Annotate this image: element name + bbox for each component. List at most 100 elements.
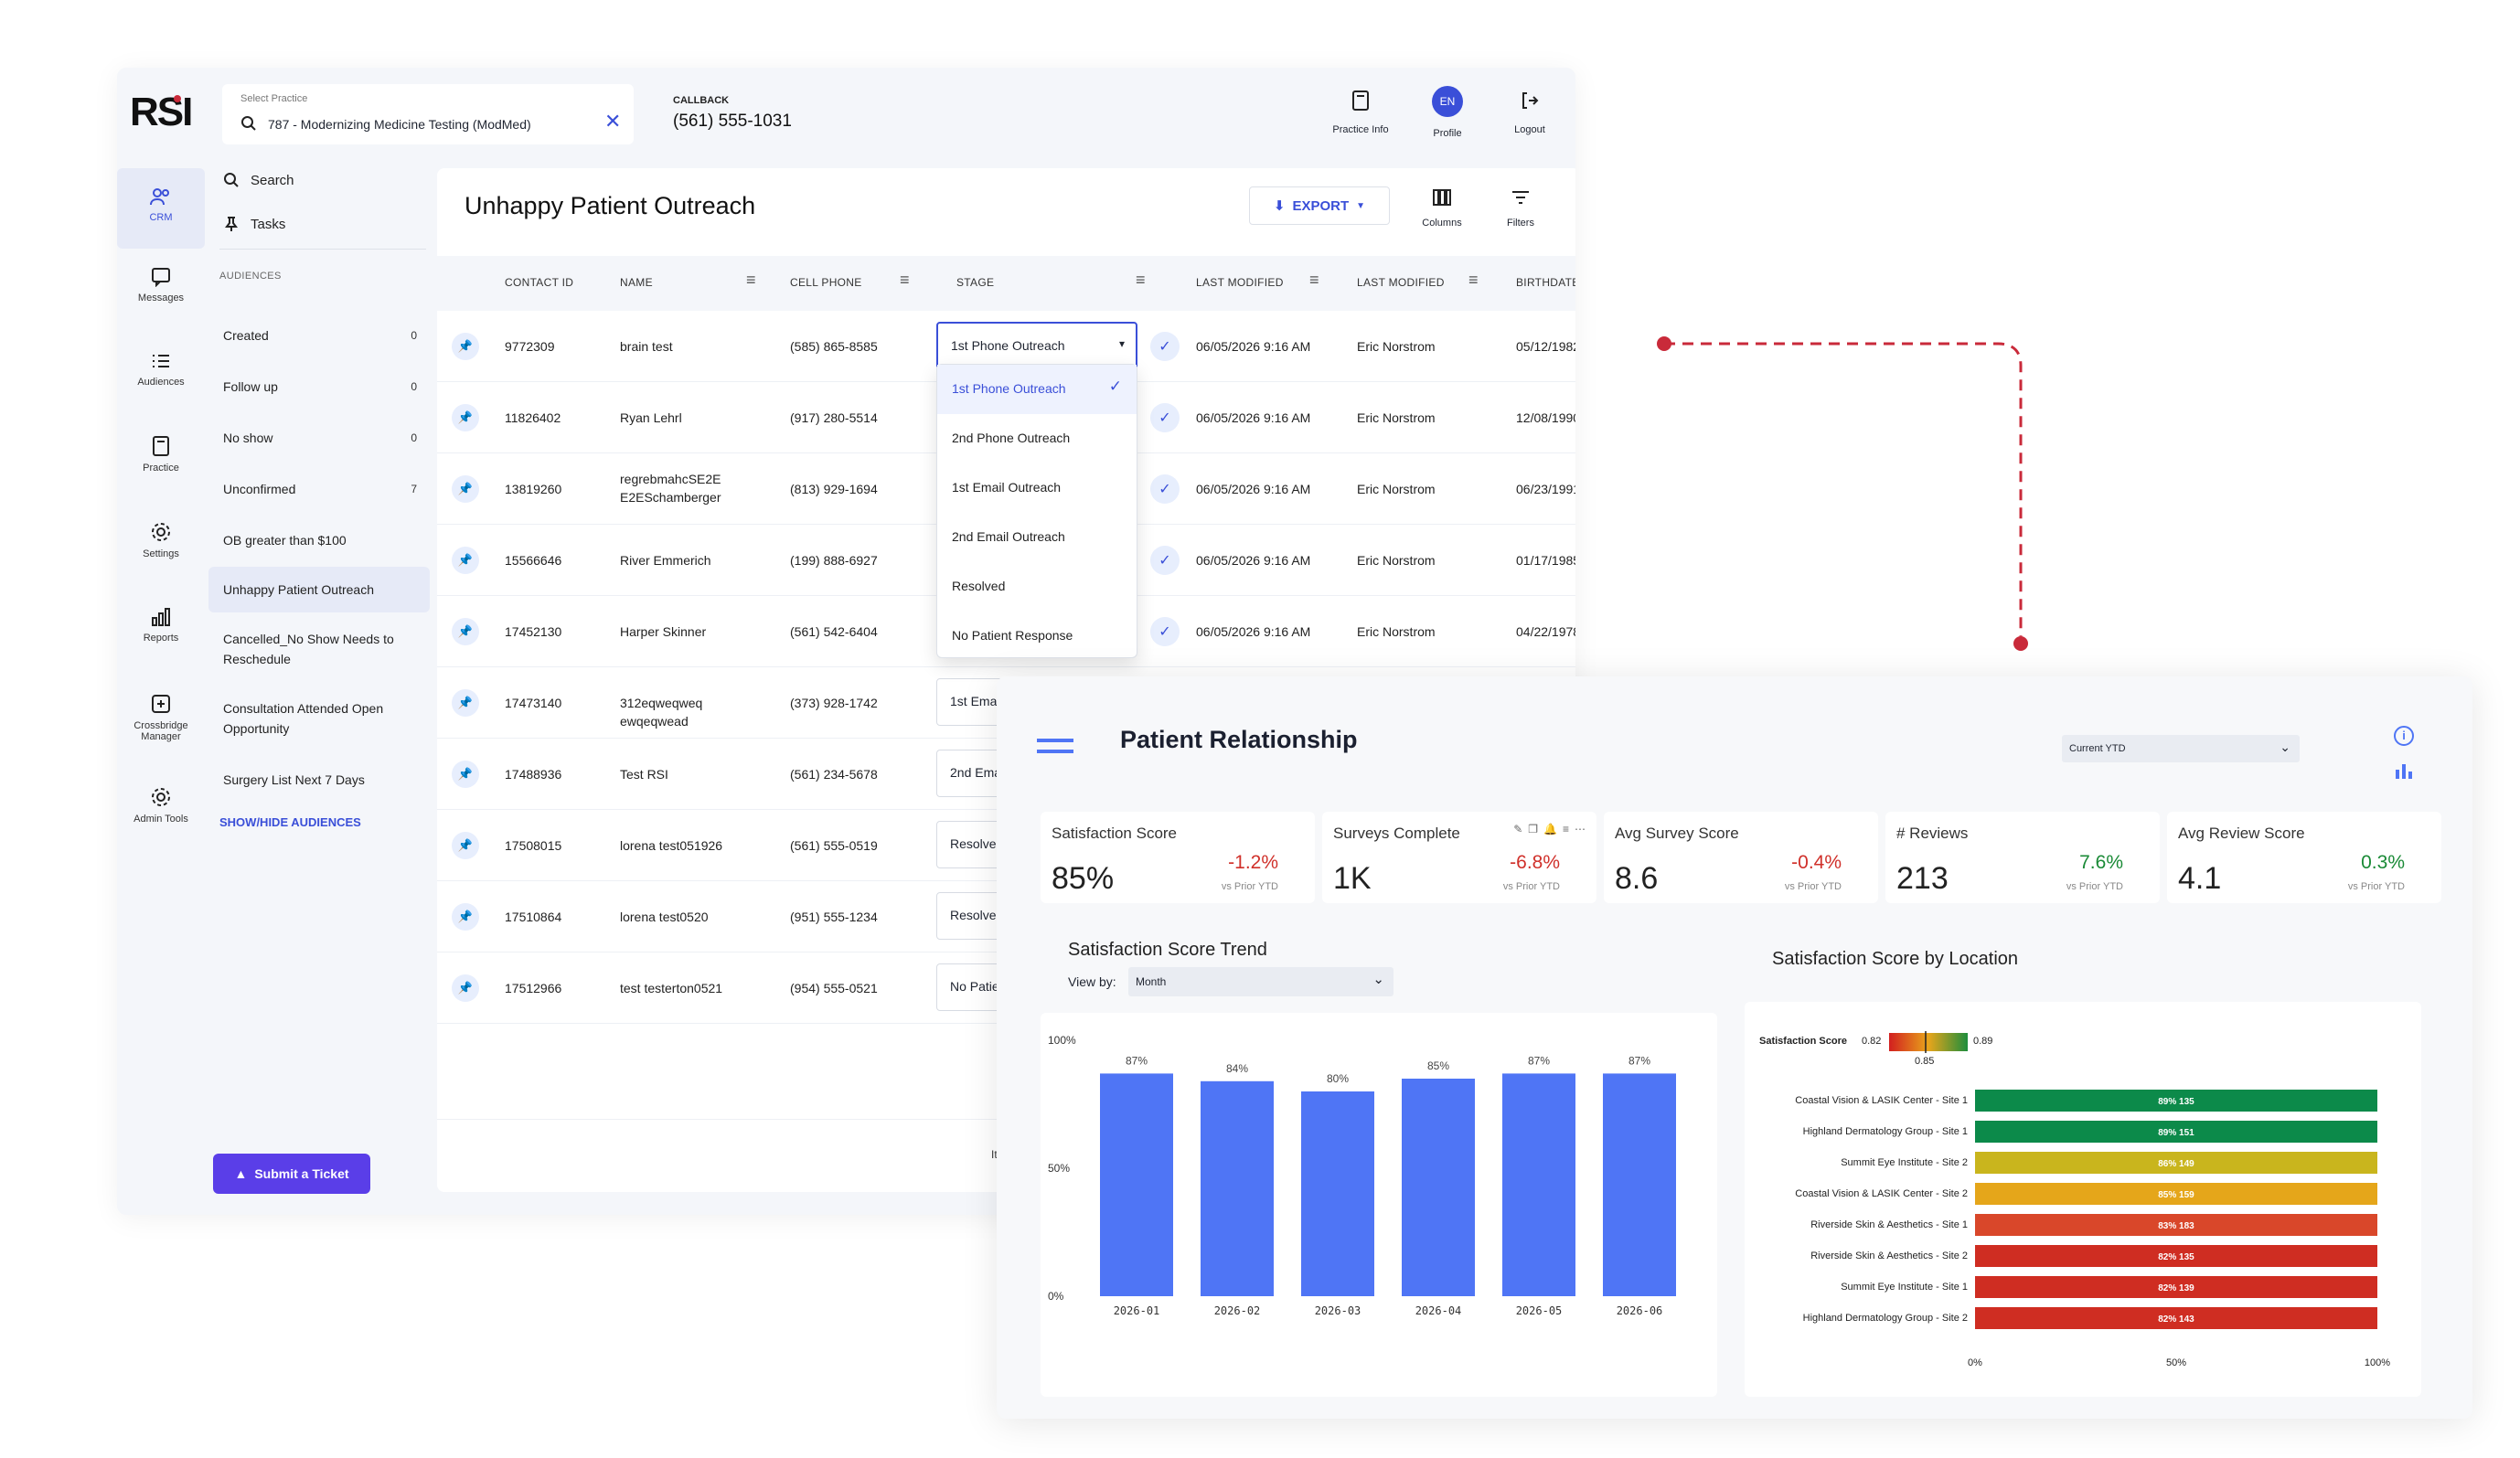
filter-icon[interactable]: ≡	[1309, 271, 1319, 290]
pin-button[interactable]: 📌	[452, 974, 479, 1002]
dropdown-option[interactable]: 2nd Phone Outreach	[937, 414, 1137, 463]
name-cell[interactable]: Ryan Lehrl	[620, 409, 739, 427]
column-header[interactable]: CELL PHONE	[790, 276, 862, 289]
trend-bar[interactable]	[1402, 1079, 1475, 1296]
audience-item[interactable]: Surgery List Next 7 Days	[208, 770, 430, 790]
view-by-select[interactable]: Month ⌄	[1128, 967, 1393, 996]
select-checkbox[interactable]: ✓	[1150, 546, 1180, 575]
filter-icon[interactable]: ≡	[746, 271, 756, 290]
tasks-link[interactable]: Tasks	[223, 216, 285, 232]
name-cell[interactable]: Harper Skinner	[620, 623, 739, 641]
nav-practice[interactable]: Practice	[117, 435, 205, 474]
phone-cell[interactable]: (199) 888-6927	[790, 551, 878, 569]
dropdown-option[interactable]: 1st Email Outreach	[937, 463, 1137, 513]
trend-bar[interactable]	[1201, 1080, 1274, 1296]
name-cell[interactable]: 312eqweqweq ewqeqwead	[620, 694, 739, 730]
select-checkbox[interactable]: ✓	[1150, 332, 1180, 361]
phone-cell[interactable]: (951) 555-1234	[790, 908, 878, 926]
pin-button[interactable]: 📌	[452, 832, 479, 859]
phone-cell[interactable]: (561) 542-6404	[790, 623, 878, 641]
show-hide-audiences-link[interactable]: SHOW/HIDE AUDIENCES	[219, 815, 361, 829]
audience-item[interactable]: Unhappy Patient Outreach	[208, 567, 430, 612]
pin-button[interactable]: 📌	[452, 404, 479, 431]
name-cell[interactable]: regrebmahcSE2E E2ESchamberger	[620, 470, 739, 506]
phone-cell[interactable]: (585) 865-8585	[790, 337, 878, 356]
more-icon[interactable]: ⋯	[1575, 823, 1591, 835]
audience-item[interactable]: Cancelled_No Show Needs to Reschedule	[208, 629, 430, 669]
nav-audiences[interactable]: Audiences	[117, 351, 205, 388]
copy-icon[interactable]: ❐	[1528, 823, 1543, 835]
phone-cell[interactable]: (813) 929-1694	[790, 480, 878, 498]
audience-item[interactable]: Follow up 0	[208, 377, 430, 397]
hamburger-icon[interactable]	[1037, 739, 1073, 753]
pin-button[interactable]: 📌	[452, 475, 479, 503]
column-header[interactable]: CONTACT ID	[505, 276, 573, 289]
name-cell[interactable]: lorena test0520	[620, 908, 739, 926]
search-link[interactable]: Search	[223, 172, 294, 188]
name-cell[interactable]: River Emmerich	[620, 551, 739, 569]
pin-button[interactable]: 📌	[452, 333, 479, 360]
dropdown-option[interactable]: Resolved	[937, 562, 1137, 612]
select-checkbox[interactable]: ✓	[1150, 474, 1180, 504]
nav-crm[interactable]: CRM	[117, 168, 205, 249]
phone-cell[interactable]: (561) 555-0519	[790, 836, 878, 855]
phone-cell[interactable]: (561) 234-5678	[790, 765, 878, 783]
phone-cell[interactable]: (954) 555-0521	[790, 979, 878, 997]
audience-item[interactable]: OB greater than $100	[208, 530, 430, 550]
profile-button[interactable]: EN Profile	[1415, 86, 1479, 141]
phone-cell[interactable]: (917) 280-5514	[790, 409, 878, 427]
trend-bar[interactable]	[1100, 1073, 1173, 1296]
phone-cell[interactable]: (373) 928-1742	[790, 694, 878, 712]
nav-crossbridge-manager[interactable]: Crossbridge Manager	[117, 693, 205, 742]
pin-button[interactable]: 📌	[452, 761, 479, 788]
callback-phone[interactable]: (561) 555-1031	[673, 112, 792, 132]
trend-bar[interactable]	[1301, 1091, 1374, 1296]
logout-button[interactable]: Logout	[1498, 90, 1562, 137]
stage-select[interactable]: 1st Phone Outreach ▾	[936, 322, 1137, 369]
select-checkbox[interactable]: ✓	[1150, 617, 1180, 646]
name-cell[interactable]: test testerton0521	[620, 979, 739, 997]
bar-chart-icon[interactable]	[2394, 761, 2414, 781]
trend-bar[interactable]	[1502, 1073, 1575, 1296]
pin-button[interactable]: 📌	[452, 689, 479, 717]
name-cell[interactable]: lorena test051926	[620, 836, 739, 855]
nav-messages[interactable]: Messages	[117, 267, 205, 303]
column-header[interactable]: STAGE	[956, 276, 994, 289]
practice-info-button[interactable]: Practice Info	[1324, 90, 1397, 137]
column-header[interactable]: NAME	[620, 276, 653, 289]
period-select[interactable]: Current YTD ⌄	[2062, 735, 2300, 762]
column-header[interactable]: BIRTHDATE	[1516, 276, 1575, 289]
filter-icon[interactable]: ≡	[1563, 823, 1575, 835]
column-header[interactable]: LAST MODIFIED	[1196, 276, 1284, 289]
pin-button[interactable]: 📌	[452, 618, 479, 645]
submit-ticket-button[interactable]: ▲ Submit a Ticket	[213, 1154, 370, 1194]
filter-icon[interactable]: ≡	[900, 271, 910, 290]
practice-selector[interactable]: Select Practice 787 - Modernizing Medici…	[222, 84, 634, 144]
filter-icon[interactable]: ≡	[1468, 271, 1479, 290]
name-cell[interactable]: brain test	[620, 337, 739, 356]
pin-button[interactable]: 📌	[452, 547, 479, 574]
select-checkbox[interactable]: ✓	[1150, 403, 1180, 432]
trend-bar[interactable]	[1603, 1073, 1676, 1296]
clear-practice-button[interactable]: ✕	[604, 110, 621, 133]
pin-button[interactable]: 📌	[452, 903, 479, 931]
info-icon[interactable]: i	[2394, 726, 2414, 746]
export-button[interactable]: ⬇ EXPORT ▼	[1249, 186, 1390, 225]
pencil-icon[interactable]: ✎	[1513, 823, 1528, 835]
audience-item[interactable]: Created 0	[208, 325, 430, 346]
dropdown-option[interactable]: No Patient Response	[937, 612, 1137, 661]
name-cell[interactable]: Test RSI	[620, 765, 739, 783]
column-header[interactable]: LAST MODIFIED	[1357, 276, 1445, 289]
audience-item[interactable]: Unconfirmed 7	[208, 479, 430, 499]
dropdown-option[interactable]: 1st Phone Outreach ✓	[937, 365, 1137, 414]
nav-settings[interactable]: Settings	[117, 521, 205, 559]
audience-item[interactable]: No show 0	[208, 428, 430, 448]
filters-button[interactable]: Filters	[1489, 188, 1553, 230]
nav-reports[interactable]: Reports	[117, 607, 205, 644]
columns-button[interactable]: Columns	[1410, 188, 1474, 230]
dropdown-option[interactable]: 2nd Email Outreach	[937, 513, 1137, 562]
nav-admin-tools[interactable]: Admin Tools	[117, 786, 205, 825]
filter-icon[interactable]: ≡	[1136, 271, 1146, 290]
bell-icon[interactable]: 🔔	[1543, 823, 1563, 835]
audience-item[interactable]: Consultation Attended Open Opportunity	[208, 698, 430, 739]
